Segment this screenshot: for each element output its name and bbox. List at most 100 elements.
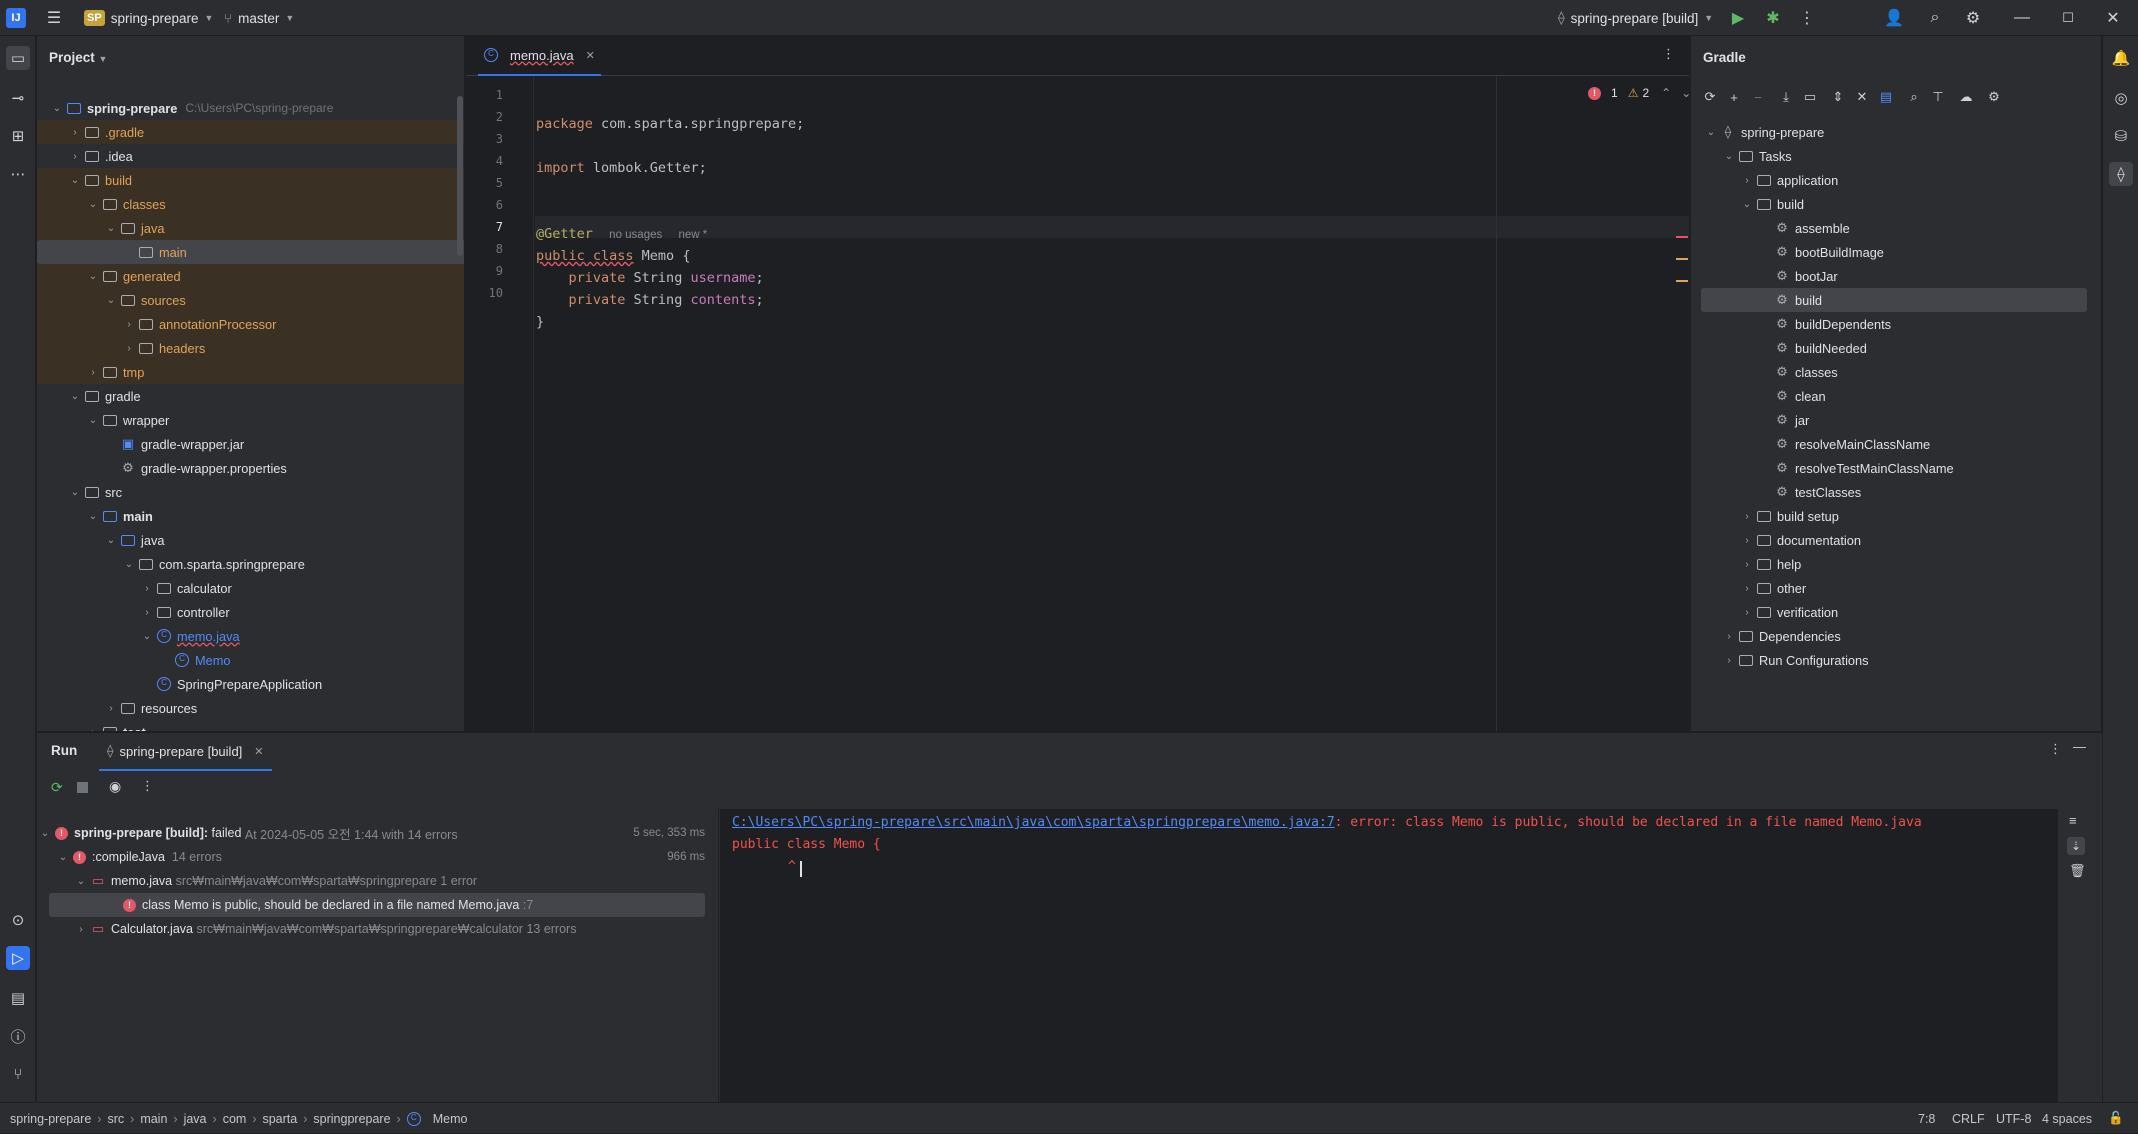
- tree-item-sources[interactable]: ⌄ sources: [37, 288, 464, 312]
- gradle-group-build[interactable]: ⌄ build: [1691, 192, 2101, 216]
- breadcrumb-item[interactable]: springprepare: [313, 1112, 390, 1126]
- project-switcher[interactable]: SP spring-prepare ▼: [84, 0, 213, 36]
- soft-wrap-icon[interactable]: ≡: [2069, 813, 2077, 828]
- tree-item-memo-class[interactable]: C Memo: [37, 648, 464, 672]
- terminal-icon[interactable]: ▤: [6, 986, 30, 1010]
- inspection-widget[interactable]: ! 1 ⚠ 2 ⌃ ⌄: [1588, 86, 1691, 100]
- run-tab-build[interactable]: ⟠ spring-prepare [build] ✕: [99, 733, 272, 771]
- gradle-task[interactable]: ⚙ jar: [1691, 408, 2101, 432]
- collapse-all-icon[interactable]: ✕: [1853, 88, 1871, 106]
- toggle-tasks-icon[interactable]: ⊤: [1929, 88, 1947, 106]
- breadcrumb-item[interactable]: Memo: [433, 1112, 468, 1126]
- calculator-java-row[interactable]: › ▭ Calculator.java src₩main₩java₩com₩spa…: [37, 917, 719, 941]
- main-menu-icon[interactable]: ☰: [44, 8, 64, 28]
- services-icon[interactable]: ⊙: [6, 908, 30, 932]
- run-tool-icon[interactable]: ▷: [6, 946, 30, 970]
- hide-panel-icon[interactable]: —: [2073, 739, 2086, 754]
- problems-icon[interactable]: ⓘ: [6, 1024, 30, 1048]
- tree-item-gradle[interactable]: ⌄ gradle: [37, 384, 464, 408]
- console-output[interactable]: C:\Users\PC\spring-prepare\src\main\java…: [720, 809, 2058, 1103]
- execute-task-icon[interactable]: ▭: [1801, 88, 1819, 106]
- minimize-icon[interactable]: —: [2012, 8, 2032, 28]
- settings-icon[interactable]: ⚙: [1985, 88, 2003, 106]
- analyze-icon[interactable]: ⌕: [1905, 88, 1923, 106]
- project-panel-title[interactable]: Project ▼: [49, 50, 107, 65]
- gradle-task[interactable]: ⚙ buildDependents: [1691, 312, 2101, 336]
- gradle-group-application[interactable]: › application: [1691, 168, 2101, 192]
- tree-item-package[interactable]: ⌄ com.sparta.springprepare: [37, 552, 464, 576]
- ai-assistant-icon[interactable]: ◎: [2109, 86, 2133, 110]
- group-modules-icon[interactable]: ▤: [1877, 88, 1895, 106]
- refresh-icon[interactable]: ⟳: [1701, 88, 1719, 106]
- warning-stripe-mark[interactable]: [1676, 280, 1688, 282]
- gradle-group-help[interactable]: › help: [1691, 552, 2101, 576]
- notifications-icon[interactable]: 🔔: [2109, 46, 2133, 70]
- compile-java-row[interactable]: ⌄! :compileJava 14 errors 966 ms: [37, 845, 719, 869]
- tree-root[interactable]: ⌄ spring-prepare C:\Users\PC\spring-prepar…: [37, 96, 464, 120]
- scroll-to-end-icon[interactable]: ⇣: [2067, 837, 2085, 855]
- error-file-link[interactable]: C:\Users\PC\spring-prepare\src\main\java…: [732, 815, 1335, 830]
- indent-setting[interactable]: 4 spaces: [2042, 1103, 2092, 1134]
- gradle-task[interactable]: ⚙ classes: [1691, 360, 2101, 384]
- tree-item-gradle-wrapper-jar[interactable]: ▣ gradle-wrapper.jar: [37, 432, 464, 456]
- gradle-task[interactable]: ⚙ assemble: [1691, 216, 2101, 240]
- database-icon[interactable]: ⛁: [2109, 124, 2133, 148]
- gradle-group-other[interactable]: › other: [1691, 576, 2101, 600]
- tree-item-gradle-wrapper-properties[interactable]: ⚙ gradle-wrapper.properties: [37, 456, 464, 480]
- chevron-up-icon[interactable]: ⌃: [1661, 86, 1671, 100]
- close-icon[interactable]: ✕: [586, 49, 595, 62]
- debug-icon[interactable]: ✱: [1763, 8, 1783, 28]
- gradle-task[interactable]: ⚙ resolveTestMainClassName: [1691, 456, 2101, 480]
- line-separator[interactable]: CRLF: [1952, 1103, 1985, 1134]
- tree-item-tmp[interactable]: › tmp: [37, 360, 464, 384]
- close-icon[interactable]: ✕: [254, 745, 263, 758]
- breadcrumb-item[interactable]: spring-prepare: [10, 1112, 91, 1126]
- expand-all-icon[interactable]: ⇕: [1829, 88, 1847, 106]
- lock-icon[interactable]: 🔓: [2108, 1103, 2124, 1134]
- editor-tab-memo-java[interactable]: C memo.java ✕: [478, 36, 601, 76]
- tree-item-controller[interactable]: › controller: [37, 600, 464, 624]
- run-icon[interactable]: ▶: [1728, 8, 1748, 28]
- file-encoding[interactable]: UTF-8: [1996, 1103, 2031, 1134]
- tree-item-main-build[interactable]: main: [37, 240, 464, 264]
- author-hint[interactable]: new *: [679, 229, 708, 241]
- commit-icon[interactable]: ⊸: [6, 86, 30, 110]
- gradle-task[interactable]: ⚙ clean: [1691, 384, 2101, 408]
- caret-position[interactable]: 7:8: [1918, 1103, 1935, 1134]
- tree-item-resources[interactable]: › resources: [37, 696, 464, 720]
- gradle-run-configurations[interactable]: › Run Configurations: [1691, 648, 2101, 672]
- breadcrumb-item[interactable]: src: [107, 1112, 124, 1126]
- trash-icon[interactable]: 🗑: [2069, 863, 2086, 879]
- gradle-task-selected[interactable]: ⚙ build: [1701, 288, 2087, 312]
- tree-item-spring-prepare-application[interactable]: C SpringPrepareApplication: [37, 672, 464, 696]
- gradle-task[interactable]: ⚙ buildNeeded: [1691, 336, 2101, 360]
- build-root-row[interactable]: ⌄! spring-prepare [build]: failed At 202…: [37, 821, 719, 845]
- tree-item-memo-java[interactable]: ⌄ Cmemo.java: [37, 624, 464, 648]
- more-vertical-icon[interactable]: ⋮: [1797, 8, 1817, 28]
- structure-icon[interactable]: ⊞: [6, 124, 30, 148]
- more-vertical-icon[interactable]: ⋮: [1662, 46, 1675, 62]
- add-icon[interactable]: +: [1725, 88, 1743, 106]
- more-vertical-icon[interactable]: ⋮: [2049, 741, 2062, 757]
- project-scrollbar[interactable]: [457, 96, 463, 256]
- download-icon[interactable]: ⤓: [1777, 88, 1795, 106]
- more-horizontal-icon[interactable]: ⋯: [6, 162, 30, 186]
- tree-item-src[interactable]: ⌄ src: [37, 480, 464, 504]
- gradle-group-verification[interactable]: › verification: [1691, 600, 2101, 624]
- tree-item-idea[interactable]: › .idea: [37, 144, 464, 168]
- close-icon[interactable]: ✕: [2103, 8, 2123, 28]
- offline-icon[interactable]: ☁: [1957, 88, 1975, 106]
- memo-java-row[interactable]: ⌄ ▭ memo.java src₩main₩java₩com₩sparta₩sp…: [37, 869, 719, 893]
- gradle-task[interactable]: ⚙ testClasses: [1691, 480, 2101, 504]
- tree-item-java[interactable]: ⌄ java: [37, 528, 464, 552]
- gradle-tool-icon[interactable]: ⟠: [2109, 162, 2133, 186]
- stop-icon[interactable]: [77, 782, 88, 793]
- error-message-row[interactable]: ! class Memo is public, should be declar…: [49, 893, 705, 917]
- breadcrumb-item[interactable]: java: [184, 1112, 207, 1126]
- tree-item-annotation-processor[interactable]: › annotationProcessor: [37, 312, 464, 336]
- gradle-group-documentation[interactable]: › documentation: [1691, 528, 2101, 552]
- tree-item-java-build[interactable]: ⌄ java: [37, 216, 464, 240]
- tree-item-gradle-dir[interactable]: › .gradle: [37, 120, 464, 144]
- tree-item-test[interactable]: ›test: [37, 720, 464, 731]
- eye-icon[interactable]: ◉: [109, 778, 121, 795]
